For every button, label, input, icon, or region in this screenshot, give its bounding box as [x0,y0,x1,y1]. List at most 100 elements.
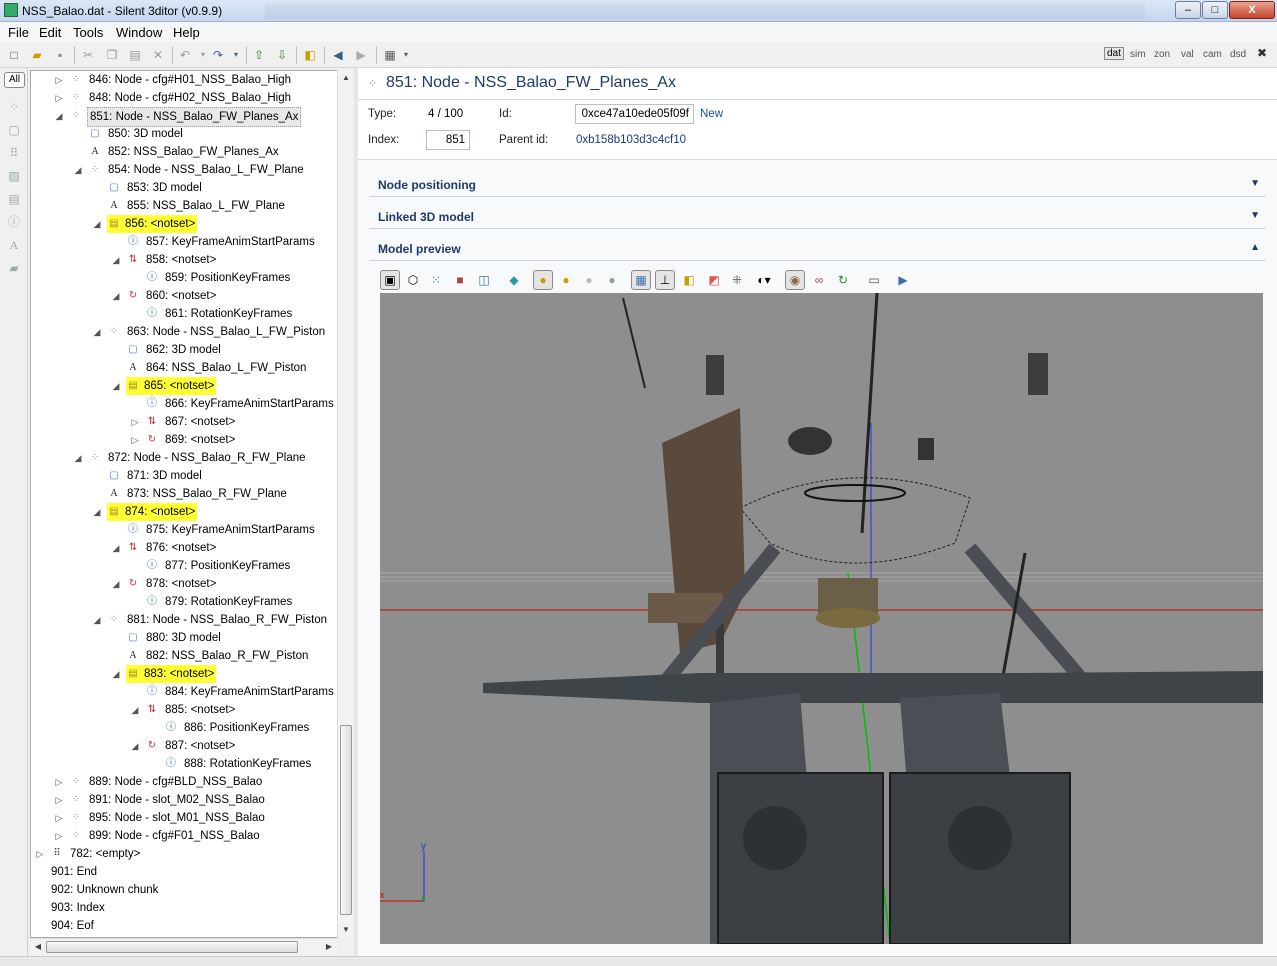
back-icon[interactable]: ◀ [330,47,346,63]
plane-icon[interactable]: ◩ [704,270,724,290]
collapse-arrow-icon[interactable]: ◢ [130,701,140,719]
scroll-left-icon[interactable]: ◀ [30,939,46,955]
close-filter-icon[interactable]: ✖ [1257,46,1267,60]
expand-arrow-icon[interactable]: ▷ [54,827,64,845]
tree-node[interactable]: A 882: NSS_Balao_R_FW_Piston [31,647,351,665]
texture-filter-icon[interactable]: ▨ [7,169,21,183]
tree-node[interactable]: ◢ ⁘ 872: Node - NSS_Balao_R_FW_Plane [31,449,351,467]
filter-all-button[interactable]: All [4,72,25,88]
expand-arrow-icon[interactable]: ▷ [54,89,64,107]
points-view-icon[interactable]: ⁙ [426,270,446,290]
tree-node[interactable]: ◢ ↻ 887: <notset> [31,737,351,755]
select-region-icon[interactable]: ⁜ [727,270,747,290]
model-preview-viewport[interactable]: y z x [380,293,1263,944]
tree-node[interactable]: ▷ ⁘ 889: Node - cfg#BLD_NSS_Balao [31,773,351,791]
tree-node[interactable]: ▢ 862: 3D model [31,341,351,359]
tree-node[interactable]: ▷ ⁘ 895: Node - slot_M01_NSS_Balao [31,809,351,827]
menu-help[interactable]: Help [173,25,200,40]
tree-node[interactable]: ◢ 856: <notset> ▤ [31,215,351,233]
glasses-icon[interactable]: ∞ [809,270,829,290]
tree-node[interactable]: ▷ ⇅ 867: <notset> [31,413,351,431]
maximize-button[interactable]: □ [1202,1,1228,19]
scroll-right-icon[interactable]: ▶ [321,939,337,955]
material-filter-icon[interactable]: ▰ [7,261,21,275]
tree-node[interactable]: 901: End [31,863,351,881]
doc-filter-icon[interactable]: ▤ [7,192,21,206]
play-icon[interactable]: ▶ [893,270,913,290]
lights-multi-icon[interactable]: ● [602,270,622,290]
tree-node[interactable]: A 852: NSS_Balao_FW_Planes_Ax [31,143,351,161]
chunk-tree[interactable]: ▷ ⁘ 846: Node - cfg#H01_NSS_Balao_High ▷ ⁘ 84… [30,70,352,938]
collapse-arrow-icon[interactable]: ◢ [111,575,121,593]
collapse-arrow-icon[interactable]: ◢ [111,539,121,557]
move-up-icon[interactable]: ⇧ [251,47,267,63]
chevron-up-icon[interactable]: ▲ [1250,242,1260,253]
hscroll-thumb[interactable] [46,941,298,953]
redo-dropdown-icon[interactable]: ▾ [228,47,244,63]
filter-dat[interactable]: dat [1104,47,1124,60]
tree-node[interactable]: ▷ ↻ 869: <notset> [31,431,351,449]
collapse-arrow-icon[interactable]: ◢ [73,161,83,179]
tree-node[interactable]: A 855: NSS_Balao_L_FW_Plane [31,197,351,215]
tree-node[interactable]: ▷ ⁘ 846: Node - cfg#H01_NSS_Balao_High [31,71,351,89]
tree-node[interactable]: ▢ 853: 3D model [31,179,351,197]
tree-node[interactable]: ⓘ 888: RotationKeyFrames [31,755,351,773]
collapse-arrow-icon[interactable]: ◢ [111,287,121,305]
tree-node[interactable]: ◢ 865: <notset> ▤ [31,377,351,395]
tree-node[interactable]: ◢ ⁘ 851: Node - NSS_Balao_FW_Planes_Ax [31,107,351,127]
tree-node[interactable]: ◢ ⇅ 885: <notset> [31,701,351,719]
section-linked-3d-model[interactable]: Linked 3D model ▼ [370,205,1266,229]
light-bulb-icon[interactable]: ● [533,270,553,290]
expand-arrow-icon[interactable]: ▷ [130,431,140,449]
tree-node[interactable]: ⓘ 857: KeyFrameAnimStartParams [31,233,351,251]
chevron-down-icon[interactable]: ▼ [1250,210,1260,221]
spheres-filter-icon[interactable]: ⠿ [7,146,21,160]
eye-icon[interactable]: ◉ [785,270,805,290]
collapse-arrow-icon[interactable]: ◢ [92,611,102,629]
tree-node[interactable]: 902: Unknown chunk [31,881,351,899]
chevron-down-icon[interactable]: ▼ [1250,178,1260,189]
collapse-arrow-icon[interactable]: ◢ [73,449,83,467]
tree-horizontal-scrollbar[interactable]: ◀ ▶ [30,938,337,954]
collapse-arrow-icon[interactable]: ◢ [130,737,140,755]
tree-vertical-scrollbar[interactable]: ▲ ▼ [337,70,353,938]
tree-node[interactable]: ⓘ 859: PositionKeyFrames [31,269,351,287]
collapse-arrow-icon[interactable]: ◢ [92,215,102,233]
columns-dropdown-icon[interactable]: ▾ [398,47,414,63]
tree-node[interactable]: ◢ ↻ 860: <notset> [31,287,351,305]
filter-sim[interactable]: sim [1130,49,1146,60]
paste-icon[interactable]: ▤ [127,47,143,63]
camera-icon[interactable]: ▭ [864,270,884,290]
collapse-arrow-icon[interactable]: ◢ [111,665,121,683]
copy-icon[interactable]: ❐ [104,47,120,63]
tree-node[interactable]: ◢ 874: <notset> ▤ [31,503,351,521]
tree-node[interactable]: ▢ 880: 3D model [31,629,351,647]
tree-node[interactable]: ▷ ⠿ 782: <empty> [31,845,351,863]
tree-node[interactable]: ◢ ↻ 878: <notset> [31,575,351,593]
undo-icon[interactable]: ↶ [177,47,193,63]
expand-arrow-icon[interactable]: ▷ [130,413,140,431]
forward-icon[interactable]: ▶ [353,47,369,63]
tree-node[interactable]: ◢ 883: <notset> ▤ [31,665,351,683]
tree-node[interactable]: ▢ 850: 3D model [31,125,351,143]
node-filter-icon[interactable]: ⁘ [7,100,21,114]
tree-node[interactable]: ▷ ⁘ 899: Node - cfg#F01_NSS_Balao [31,827,351,845]
menu-window[interactable]: Window [116,25,162,40]
wire-cube-icon[interactable]: ⬡ [403,270,423,290]
shading-dropdown-icon[interactable]: ◐▾ [754,270,774,290]
tree-node[interactable]: ⓘ 886: PositionKeyFrames [31,719,351,737]
tree-node[interactable]: ⓘ 877: PositionKeyFrames [31,557,351,575]
cut-icon[interactable]: ✂ [80,47,96,63]
minimize-button[interactable]: ‒ [1175,1,1201,19]
redo-icon[interactable]: ↷ [210,47,226,63]
open-folder-icon[interactable]: ▰ [29,47,45,63]
menu-edit[interactable]: Edit [39,25,61,40]
model-filter-icon[interactable]: ▢ [7,123,21,137]
index-field[interactable]: 851 [426,130,470,150]
tree-node[interactable]: ⓘ 861: RotationKeyFrames [31,305,351,323]
collapse-arrow-icon[interactable]: ◢ [92,323,102,341]
tree-node[interactable]: ◢ ⁘ 881: Node - NSS_Balao_R_FW_Piston [31,611,351,629]
light-bulb-yellow-icon[interactable]: ● [556,270,576,290]
parent-id-link[interactable]: 0xb158b103d3c4cf10 [576,134,686,146]
tree-node[interactable]: ▢ 871: 3D model [31,467,351,485]
